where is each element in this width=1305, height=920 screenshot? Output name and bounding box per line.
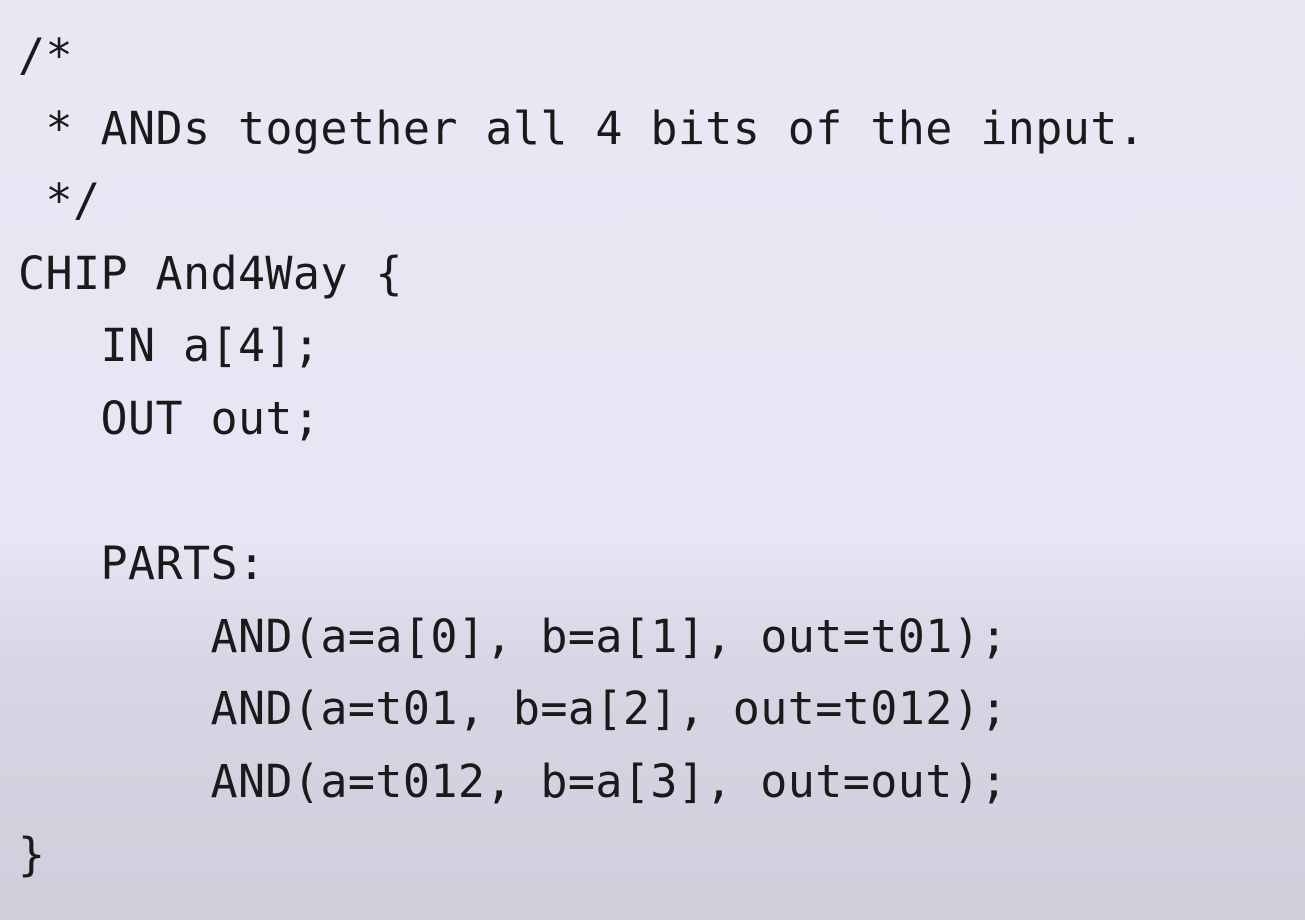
input-declaration: IN a[4]; (18, 319, 321, 373)
code-view: /* * ANDs together all 4 bits of the inp… (0, 0, 1305, 920)
chip-close-brace: } (18, 827, 46, 881)
part-and-2: AND(a=t01, b=a[2], out=t012); (18, 682, 1008, 736)
comment-close: */ (18, 174, 101, 228)
parts-label: PARTS: (18, 537, 266, 591)
chip-declaration: CHIP And4Way { (18, 246, 403, 300)
output-declaration: OUT out; (18, 391, 321, 445)
part-and-3: AND(a=t012, b=a[3], out=out); (18, 754, 1008, 808)
comment-open: /* (18, 29, 73, 82)
comment-text: * ANDs together all 4 bits of the input. (18, 101, 1146, 155)
part-and-1: AND(a=a[0], b=a[1], out=t01); (18, 609, 1008, 663)
